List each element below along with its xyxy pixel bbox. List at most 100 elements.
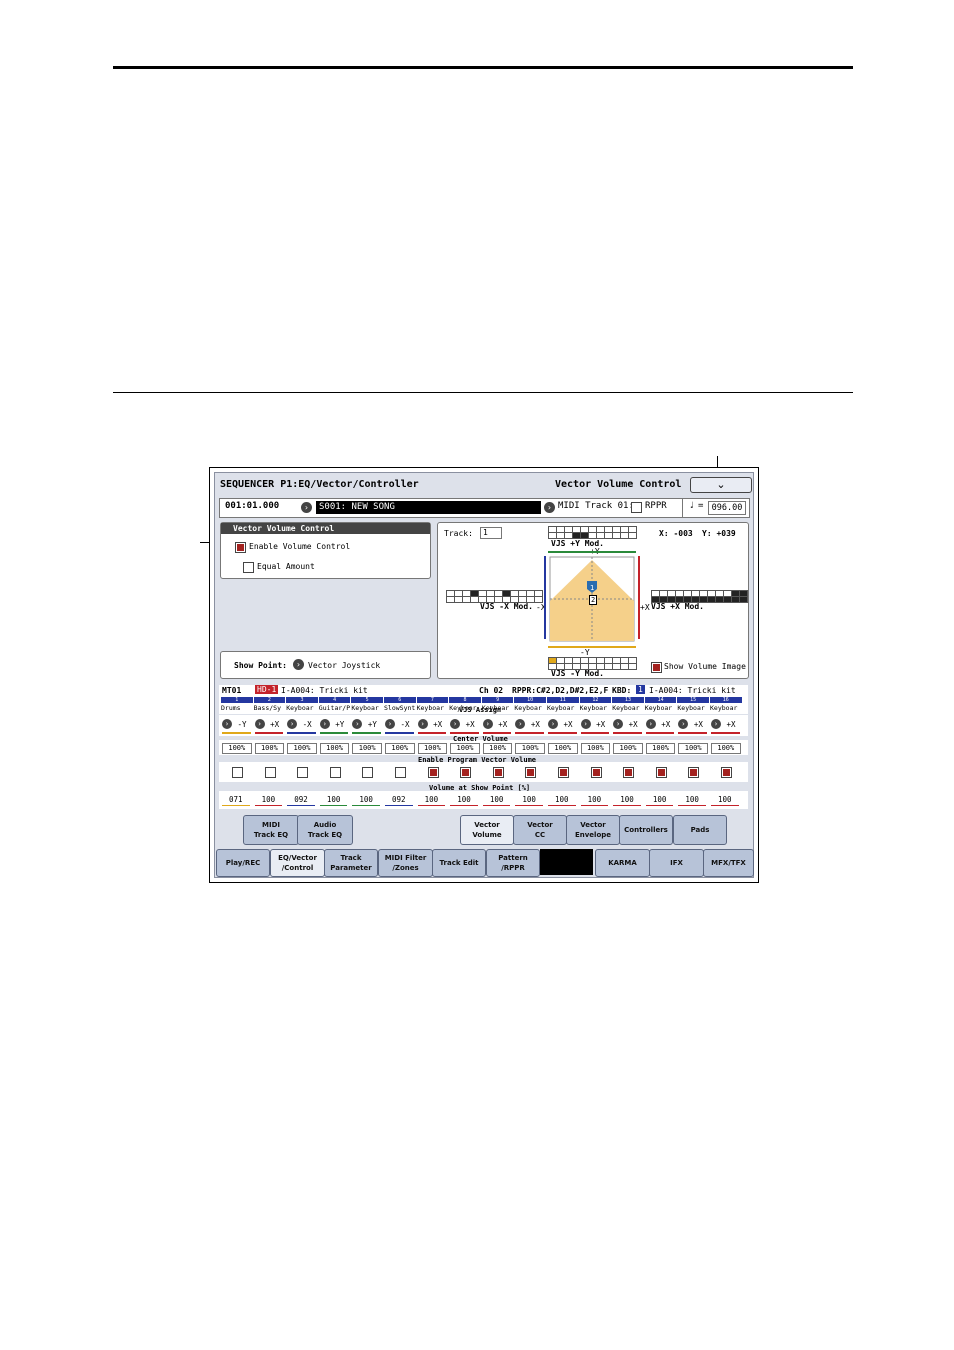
show-point-select-icon[interactable]: › xyxy=(293,659,304,670)
track-number: 11 xyxy=(547,697,579,703)
track-number: 12 xyxy=(579,697,612,703)
enable-program-vector-checkbox[interactable] xyxy=(362,767,374,778)
subtab-2[interactable]: Vector Volume xyxy=(460,815,514,845)
vjs-assign-value[interactable]: +X xyxy=(689,720,707,729)
maintab-0[interactable]: Play/REC xyxy=(216,849,270,877)
assign-color-bar xyxy=(450,732,479,734)
enable-program-vector-checkbox[interactable] xyxy=(264,767,276,778)
track-name: Keyboar xyxy=(351,704,379,712)
page-menu-button[interactable]: ⌄ xyxy=(690,477,752,493)
subtab-1[interactable]: Audio Track EQ xyxy=(297,815,353,845)
center-volume-field[interactable]: 100% xyxy=(417,743,448,754)
maintab-6[interactable]: KARMA xyxy=(595,849,650,877)
subtab-5[interactable]: Controllers xyxy=(619,815,673,845)
enable-program-vector-checkbox[interactable] xyxy=(721,767,732,778)
enable-program-vector-checkbox[interactable] xyxy=(590,767,602,778)
enable-program-vector-checkbox[interactable] xyxy=(297,767,309,778)
vjs-assign-select-icon[interactable]: › xyxy=(254,719,265,729)
enable-program-vector-checkbox[interactable] xyxy=(395,767,406,778)
vjs-assign-value[interactable]: +X xyxy=(722,720,740,729)
enable-program-vector-checkbox[interactable] xyxy=(492,767,504,778)
center-volume-field[interactable]: 100% xyxy=(515,743,545,754)
vjs-assign-select-icon[interactable]: › xyxy=(417,719,428,729)
center-volume-field[interactable]: 100% xyxy=(548,743,578,754)
show-point-value[interactable]: Vector Joystick xyxy=(308,661,380,670)
volume-at-show-point: 100 xyxy=(652,795,667,804)
vjs-assign-value[interactable]: +X xyxy=(592,720,610,729)
vjs-assign-label: VJS Assign xyxy=(459,706,502,714)
vjs-assign-value[interactable]: +X xyxy=(266,720,284,729)
volume-color-bar xyxy=(254,805,283,806)
center-volume-field[interactable]: 100% xyxy=(352,743,382,754)
song-select[interactable]: S001: NEW SONG xyxy=(316,501,541,514)
enable-program-vector-checkbox[interactable] xyxy=(655,767,667,778)
vjs-assign-value[interactable]: +X xyxy=(559,720,577,729)
vjs-assign-value[interactable]: +Y xyxy=(363,720,381,729)
vjs-assign-value[interactable]: +X xyxy=(494,720,512,729)
center-volume-field[interactable]: 100% xyxy=(319,743,350,754)
enable-program-vector-checkbox[interactable] xyxy=(427,767,439,778)
subtab-6[interactable]: Pads xyxy=(673,815,727,845)
vjs-assign-select-icon[interactable]: › xyxy=(580,719,591,729)
center-volume-field[interactable]: 100% xyxy=(385,743,415,754)
vjs-assign-value[interactable]: -X xyxy=(396,720,414,729)
vjs-assign-value[interactable]: +X xyxy=(461,720,479,729)
rppr-checkbox[interactable] xyxy=(631,502,642,513)
vjs-assign-select-icon[interactable]: › xyxy=(548,719,558,729)
maintab-8[interactable]: MFX/TFX xyxy=(703,849,754,877)
maintab-7[interactable]: IFX xyxy=(649,849,704,877)
enable-program-vector-checkbox[interactable] xyxy=(688,767,700,778)
vjs-assign-select-icon[interactable]: › xyxy=(319,719,330,729)
center-volume-field[interactable]: 100% xyxy=(580,743,611,754)
show-volume-image-checkbox[interactable] xyxy=(651,662,662,673)
volume-at-show-point: 100 xyxy=(424,795,439,804)
center-volume-field[interactable]: 100% xyxy=(287,743,317,754)
vjs-assign-select-icon[interactable]: › xyxy=(222,719,232,729)
enable-program-vector-checkbox[interactable] xyxy=(329,767,341,778)
maintab-2[interactable]: Track Parameter xyxy=(324,849,378,877)
center-volume-field[interactable]: 100% xyxy=(222,743,252,754)
vjs-assign-value[interactable]: -X xyxy=(298,720,316,729)
maintab-1[interactable]: EQ/Vector/Control xyxy=(270,849,325,877)
show-point-label: Show Point: xyxy=(234,661,287,670)
center-volume-field[interactable]: 100% xyxy=(254,743,285,754)
center-volume-field[interactable]: 100% xyxy=(711,743,741,754)
assign-color-bar xyxy=(222,732,251,734)
center-volume-field[interactable]: 100% xyxy=(678,743,708,754)
vjs-assign-value[interactable]: +X xyxy=(429,720,447,729)
subtab-0[interactable]: MIDI Track EQ xyxy=(243,815,299,845)
vjs-assign-value[interactable]: +X xyxy=(657,720,675,729)
vjs-assign-value[interactable]: +X xyxy=(624,720,642,729)
vjs-assign-value[interactable]: +Y xyxy=(331,720,349,729)
vjs-assign-select-icon[interactable]: › xyxy=(645,719,656,729)
vjs-assign-select-icon[interactable]: › xyxy=(482,719,493,729)
location-display[interactable]: 001:01.000 xyxy=(225,501,279,511)
tempo-field[interactable]: 096.00 xyxy=(708,501,746,515)
center-volume-field[interactable]: 100% xyxy=(450,743,480,754)
vjs-assign-value[interactable]: -Y xyxy=(233,720,251,729)
song-select-icon[interactable]: › xyxy=(301,502,312,513)
track-name: Keyboar xyxy=(416,704,444,712)
maintab-5[interactable]: Pattern/RPPR xyxy=(486,849,540,877)
maintab-3[interactable]: MIDI Filter/Zones xyxy=(378,849,433,877)
center-volume-field[interactable]: 100% xyxy=(613,743,643,754)
vjs-assign-value[interactable]: +X xyxy=(526,720,544,729)
track-field[interactable]: 1 xyxy=(480,527,502,539)
subtab-3[interactable]: Vector CC xyxy=(513,815,567,845)
enable-volume-checkbox[interactable] xyxy=(235,542,246,553)
track-select-icon[interactable]: › xyxy=(544,502,555,513)
vjs-assign-select-icon[interactable]: › xyxy=(711,719,721,729)
equal-amount-checkbox[interactable] xyxy=(243,562,254,573)
maintab-4[interactable]: Track Edit xyxy=(432,849,486,877)
vjs-assign-select-icon[interactable]: › xyxy=(385,719,395,729)
enable-program-vector-checkbox[interactable] xyxy=(232,767,243,778)
x-readout: X: -003 xyxy=(659,529,693,538)
center-volume-field[interactable]: 100% xyxy=(482,743,513,754)
subtab-4[interactable]: Vector Envelope xyxy=(566,815,620,845)
volume-color-bar xyxy=(287,805,315,806)
enable-program-vector-checkbox[interactable] xyxy=(623,767,635,778)
center-volume-field[interactable]: 100% xyxy=(645,743,676,754)
enable-program-vector-checkbox[interactable] xyxy=(525,767,537,778)
enable-program-vector-checkbox[interactable] xyxy=(460,767,472,778)
enable-program-vector-checkbox[interactable] xyxy=(558,767,569,778)
